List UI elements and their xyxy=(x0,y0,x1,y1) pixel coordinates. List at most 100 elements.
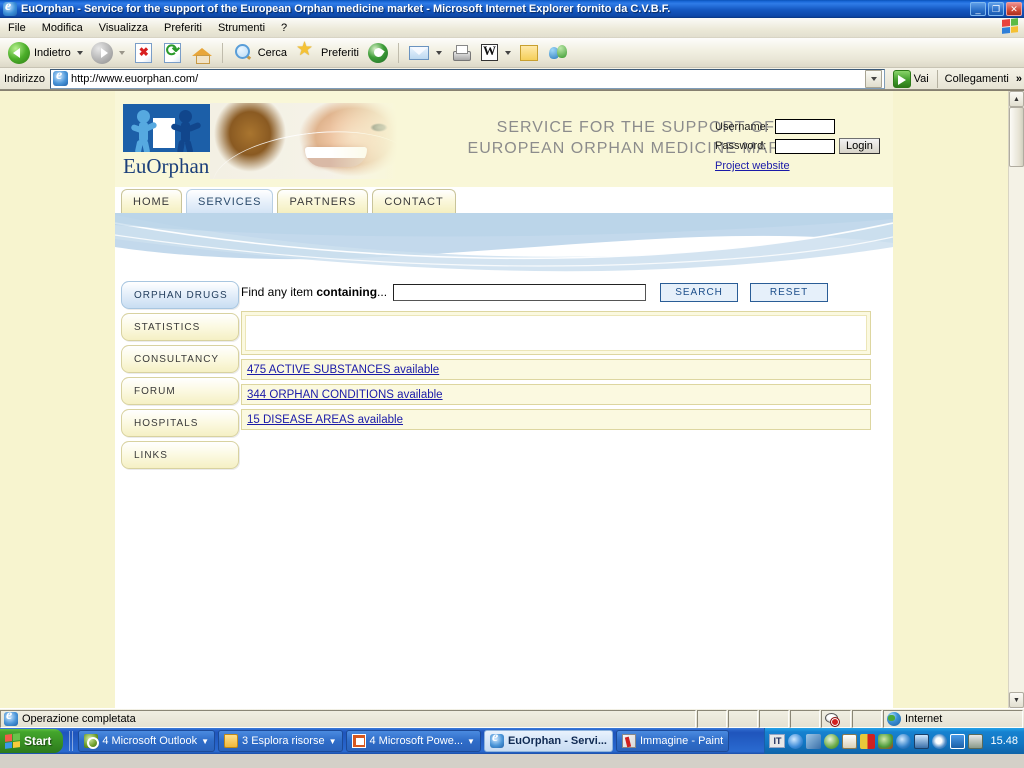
site-header: EuOrphan SERVICE FOR THE SUPPORT OF THE … xyxy=(0,91,893,187)
forward-button[interactable] xyxy=(87,40,129,66)
tray-icon-globe[interactable] xyxy=(896,733,912,749)
refresh-icon xyxy=(163,42,181,63)
address-dropdown-button[interactable] xyxy=(864,69,882,88)
tab-contact[interactable]: CONTACT xyxy=(372,189,456,213)
menu-item-visualizza[interactable]: Visualizza xyxy=(91,20,156,36)
site-logo[interactable]: EuOrphan xyxy=(123,104,215,178)
task-button-explorer[interactable]: 3 Esplora risorse ▼ xyxy=(218,730,343,752)
chevron-down-icon[interactable]: ▼ xyxy=(329,737,337,746)
chevron-down-icon[interactable]: ▼ xyxy=(467,737,475,746)
ie-icon xyxy=(489,731,504,748)
restore-button[interactable]: ❐ xyxy=(988,2,1004,16)
chevron-down-icon[interactable] xyxy=(504,50,511,55)
menu-item-strumenti[interactable]: Strumenti xyxy=(210,20,273,36)
taskbar-grip[interactable] xyxy=(69,731,76,751)
menu-item-file[interactable]: File xyxy=(0,20,34,36)
media-icon xyxy=(367,42,388,63)
tray-icon-connection[interactable] xyxy=(806,733,822,749)
search-button[interactable]: Cerca xyxy=(228,40,291,66)
disease-areas-link[interactable]: 15 DISEASE AREAS available xyxy=(247,414,403,426)
start-button[interactable]: Start xyxy=(0,729,64,753)
address-bar: Indirizzo http://www.euorphan.com/ Vai C… xyxy=(0,68,1024,90)
address-input[interactable]: http://www.euorphan.com/ xyxy=(49,68,885,89)
scrollbar-thumb[interactable] xyxy=(1009,107,1024,167)
sidebar-item-hospitals[interactable]: HOSPITALS xyxy=(121,409,239,437)
sidebar-item-statistics[interactable]: STATISTICS xyxy=(121,313,239,341)
go-button[interactable]: Vai xyxy=(888,69,934,88)
tray-icon-media-play[interactable] xyxy=(950,733,966,749)
chevron-down-icon[interactable] xyxy=(118,50,125,55)
mail-button[interactable] xyxy=(404,40,446,66)
vertical-scrollbar[interactable]: ▲ ▼ xyxy=(1008,91,1024,708)
stop-button[interactable] xyxy=(129,40,158,66)
sidebar-item-consultancy[interactable]: CONSULTANCY xyxy=(121,345,239,373)
task-button-powerpoint[interactable]: 4 Microsoft Powe... ▼ xyxy=(345,730,481,752)
media-button[interactable] xyxy=(363,40,393,66)
login-button[interactable]: Login xyxy=(839,138,880,154)
language-indicator[interactable]: IT xyxy=(769,734,786,748)
messenger-button[interactable] xyxy=(543,40,573,66)
orphan-conditions-link[interactable]: 344 ORPHAN CONDITIONS available xyxy=(247,389,443,401)
project-website-link[interactable]: Project website xyxy=(715,160,790,172)
tab-home[interactable]: HOME xyxy=(121,189,182,213)
tray-icon-eye[interactable] xyxy=(932,733,948,749)
result-row[interactable]: 15 DISEASE AREAS available xyxy=(241,409,871,430)
sidebar-item-forum[interactable]: FORUM xyxy=(121,377,239,405)
edit-word-button[interactable] xyxy=(476,39,515,66)
notes-button[interactable] xyxy=(515,40,543,66)
browser-viewport: EuOrphan SERVICE FOR THE SUPPORT OF THE … xyxy=(0,90,1024,708)
tray-icon-flag[interactable] xyxy=(860,733,876,749)
chevron-down-icon[interactable]: ▼ xyxy=(201,737,209,746)
menu-item-modifica[interactable]: Modifica xyxy=(34,20,91,36)
print-button[interactable] xyxy=(446,40,476,66)
euorphan-logo-mark xyxy=(123,104,211,152)
browser-toolbar: Indietro Cerca Preferiti xyxy=(0,38,1024,68)
home-button[interactable] xyxy=(187,40,217,66)
tab-partners[interactable]: PARTNERS xyxy=(277,189,369,213)
chevron-down-icon[interactable] xyxy=(76,50,83,55)
chevron-double-right-icon[interactable]: » xyxy=(1016,73,1022,85)
username-field[interactable] xyxy=(775,119,835,134)
tab-services[interactable]: SERVICES xyxy=(186,189,274,213)
tray-icon-printer[interactable] xyxy=(968,733,984,749)
tray-icon-document[interactable] xyxy=(842,733,858,749)
menu-item-help[interactable]: ? xyxy=(273,20,295,36)
minimize-button[interactable]: _ xyxy=(970,2,986,16)
menu-item-preferiti[interactable]: Preferiti xyxy=(156,20,210,36)
sidebar-item-links[interactable]: LINKS xyxy=(121,441,239,469)
favorites-button[interactable]: Preferiti xyxy=(291,40,363,66)
close-button[interactable]: ✕ xyxy=(1006,2,1022,16)
tray-icon-network[interactable] xyxy=(788,733,804,749)
window-title: EuOrphan - Service for the support of th… xyxy=(21,3,671,15)
outlook-icon xyxy=(84,734,100,749)
password-field[interactable] xyxy=(775,138,835,154)
result-row[interactable]: 344 ORPHAN CONDITIONS available xyxy=(241,384,871,405)
powerpoint-icon xyxy=(351,734,366,748)
active-substances-link[interactable]: 475 ACTIVE SUBSTANCES available xyxy=(247,364,439,376)
back-button[interactable]: Indietro xyxy=(4,40,87,66)
task-button-paint[interactable]: Immagine - Paint xyxy=(616,730,730,752)
task-button-euorphan[interactable]: EuOrphan - Servi... xyxy=(483,730,613,752)
scroll-down-button[interactable]: ▼ xyxy=(1009,692,1024,708)
printer-icon xyxy=(451,44,471,61)
forward-arrow-icon xyxy=(90,41,113,64)
sidebar-item-orphan-drugs[interactable]: ORPHAN DRUGS xyxy=(121,281,239,309)
result-row[interactable]: 475 ACTIVE SUBSTANCES available xyxy=(241,359,871,380)
reset-button[interactable]: RESET xyxy=(750,282,829,302)
back-arrow-icon xyxy=(8,41,30,64)
tray-icon-disc[interactable] xyxy=(824,733,840,749)
search-input[interactable] xyxy=(393,283,647,301)
clock[interactable]: 15.48 xyxy=(990,735,1018,747)
scrollbar-track[interactable] xyxy=(1009,167,1024,692)
links-label[interactable]: Collegamenti xyxy=(941,73,1013,85)
task-button-outlook[interactable]: 4 Microsoft Outlook ▼ xyxy=(78,730,216,752)
tray-icon-users[interactable] xyxy=(878,733,894,749)
windows-taskbar: Start 4 Microsoft Outlook ▼ 3 Esplora ri… xyxy=(0,728,1024,754)
chevron-down-icon[interactable] xyxy=(435,50,442,55)
search-button[interactable]: SEARCH xyxy=(660,282,739,302)
scroll-up-button[interactable]: ▲ xyxy=(1009,91,1024,107)
tray-icon-monitor[interactable] xyxy=(914,733,930,749)
decorative-wave xyxy=(115,213,893,273)
status-restricted-pane xyxy=(821,709,851,728)
refresh-button[interactable] xyxy=(158,40,187,66)
